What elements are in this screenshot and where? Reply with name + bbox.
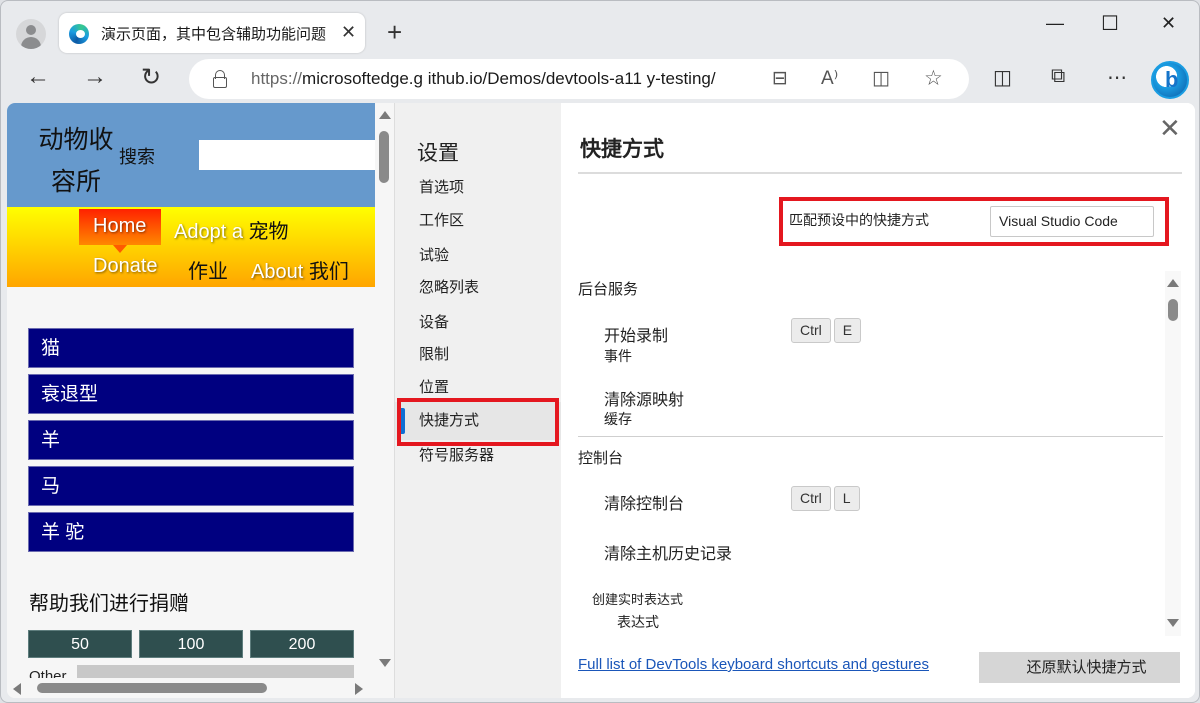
- site-nav: Home Adopt a 宠物 Donate 作业 About 我们: [7, 207, 375, 287]
- url-text[interactable]: https://microsoftedge.g ithub.io/Demos/d…: [251, 69, 716, 89]
- full-shortcuts-link[interactable]: Full list of DevTools keyboard shortcuts…: [578, 656, 929, 673]
- donate-heading: 帮助我们进行捐赠: [29, 593, 189, 615]
- action-sub: 表达式: [617, 614, 659, 630]
- profile-avatar-icon[interactable]: [16, 19, 46, 49]
- title-bar: 演示页面，其中包含辅助功能问题 ✕ + — ☐ ✕: [1, 1, 1199, 59]
- read-aloud-icon[interactable]: A⁾: [821, 67, 838, 90]
- scroll-thumb[interactable]: [1168, 299, 1178, 321]
- action-name: 开始录制: [604, 328, 669, 345]
- animal-item[interactable]: 羊: [28, 420, 354, 460]
- animal-item[interactable]: 羊 驼: [28, 512, 354, 552]
- content-area: 动物收容所 搜索 Home Adopt a 宠物 Donate 作业 About…: [7, 103, 1195, 698]
- back-button[interactable]: ←: [26, 63, 50, 91]
- preset-label: 匹配预设中的快捷方式: [789, 212, 929, 228]
- nav-jobs[interactable]: 作业: [188, 255, 228, 284]
- tab-close-icon[interactable]: ✕: [341, 22, 356, 43]
- more-menu-icon[interactable]: ⋯: [1107, 65, 1127, 90]
- settings-item-shortcuts[interactable]: 快捷方式: [395, 402, 561, 440]
- scroll-left-arrow-icon[interactable]: [13, 683, 21, 695]
- webpage-vertical-scrollbar[interactable]: [375, 103, 394, 678]
- shortcut-keys[interactable]: Ctrl E: [791, 318, 862, 343]
- browser-window: 演示页面，其中包含辅助功能问题 ✕ + — ☐ ✕ ← → ↻ https://…: [0, 0, 1200, 703]
- scroll-up-arrow-icon[interactable]: [1167, 279, 1179, 287]
- browser-tab[interactable]: 演示页面，其中包含辅助功能问题 ✕: [59, 13, 365, 53]
- address-bar[interactable]: https://microsoftedge.g ithub.io/Demos/d…: [189, 59, 969, 99]
- shortcuts-panel: 快捷方式 ✕ 匹配预设中的快捷方式 Visual Studio Code 后台服…: [561, 103, 1195, 698]
- settings-title: 设置: [417, 142, 459, 165]
- site-header: 动物收容所 搜索: [7, 103, 375, 207]
- nav-adopt[interactable]: Adopt a 宠物: [174, 215, 289, 244]
- donate-200-button[interactable]: 200: [250, 630, 354, 658]
- other-amount-input[interactable]: [77, 665, 354, 679]
- shortcuts-scrollbar[interactable]: [1165, 271, 1181, 636]
- webpage-horizontal-scrollbar[interactable]: [7, 678, 375, 698]
- key-cap: Ctrl: [791, 318, 831, 343]
- key-cap: E: [833, 318, 862, 343]
- shortcut-list: 后台服务 开始录制 事件 Ctrl E 清除源映射 缓存 控制台 清除控制台 C…: [561, 268, 1181, 638]
- maximize-button[interactable]: ☐: [1101, 11, 1119, 36]
- key-cap: Ctrl: [791, 486, 831, 511]
- shopping-icon[interactable]: ⊟: [772, 67, 788, 90]
- panel-title: 快捷方式: [580, 138, 664, 161]
- bing-chat-icon[interactable]: b: [1151, 61, 1189, 99]
- scroll-thumb[interactable]: [379, 131, 389, 183]
- nav-home[interactable]: Home: [93, 215, 146, 238]
- scroll-down-arrow-icon[interactable]: [1167, 619, 1179, 627]
- settings-sidebar: 设置 首选项 工作区 试验 忽略列表 设备 限制 位置 快捷方式 符号服务器: [395, 103, 561, 698]
- action-sub: 缓存: [604, 411, 632, 427]
- donate-amounts: 50 100 200: [28, 630, 354, 658]
- new-tab-button[interactable]: +: [387, 17, 402, 48]
- settings-item-ignore-list[interactable]: 忽略列表: [395, 269, 561, 307]
- scroll-up-arrow-icon[interactable]: [379, 111, 391, 119]
- webpage-pane: 动物收容所 搜索 Home Adopt a 宠物 Donate 作业 About…: [7, 103, 395, 698]
- scroll-thumb-horizontal[interactable]: [37, 683, 267, 693]
- nav-donate[interactable]: Donate: [93, 255, 158, 278]
- animal-item[interactable]: 衰退型: [28, 374, 354, 414]
- forward-button[interactable]: →: [83, 63, 107, 91]
- tab-title: 演示页面，其中包含辅助功能问题: [101, 26, 327, 43]
- search-label: 搜索: [119, 147, 155, 167]
- action-name: 清除源映射: [604, 392, 685, 409]
- nav-about[interactable]: About 我们: [251, 255, 349, 284]
- collections-icon[interactable]: ⧉: [1051, 65, 1065, 88]
- action-name: 清除主机历史记录: [604, 546, 733, 563]
- search-input[interactable]: [199, 140, 375, 170]
- site-logo[interactable]: 动物收容所: [33, 119, 119, 203]
- section-title: 后台服务: [578, 281, 639, 298]
- close-settings-icon[interactable]: ✕: [1159, 113, 1181, 144]
- animal-list: 猫 衰退型 羊 马 羊 驼: [28, 328, 354, 558]
- donate-50-button[interactable]: 50: [28, 630, 132, 658]
- shortcut-keys[interactable]: Ctrl L: [791, 486, 860, 511]
- animal-item[interactable]: 马: [28, 466, 354, 506]
- preset-select[interactable]: Visual Studio Code: [990, 206, 1154, 237]
- refresh-button[interactable]: ↻: [141, 63, 161, 92]
- split-screen-icon[interactable]: ◫: [993, 65, 1012, 90]
- action-name: 清除控制台: [604, 496, 685, 513]
- edge-logo-icon: [69, 24, 89, 44]
- scroll-right-arrow-icon[interactable]: [355, 683, 363, 695]
- immersive-reader-icon[interactable]: ◫: [872, 67, 890, 90]
- settings-item-workspace[interactable]: 工作区: [395, 202, 561, 240]
- section-divider: [578, 436, 1163, 437]
- settings-item-symbol-servers[interactable]: 符号服务器: [395, 437, 561, 475]
- scroll-down-arrow-icon[interactable]: [379, 659, 391, 667]
- close-window-button[interactable]: ✕: [1161, 13, 1176, 34]
- action-name: 创建实时表达式: [592, 592, 684, 607]
- divider: [578, 172, 1182, 174]
- section-title: 控制台: [578, 450, 624, 467]
- favorite-star-icon[interactable]: ☆: [924, 66, 943, 91]
- animal-item[interactable]: 猫: [28, 328, 354, 368]
- donate-100-button[interactable]: 100: [139, 630, 243, 658]
- key-cap: L: [833, 486, 860, 511]
- action-sub: 事件: [604, 348, 632, 364]
- restore-defaults-button[interactable]: 还原默认快捷方式: [979, 652, 1180, 683]
- lock-icon[interactable]: [213, 70, 227, 88]
- minimize-button[interactable]: —: [1046, 13, 1064, 34]
